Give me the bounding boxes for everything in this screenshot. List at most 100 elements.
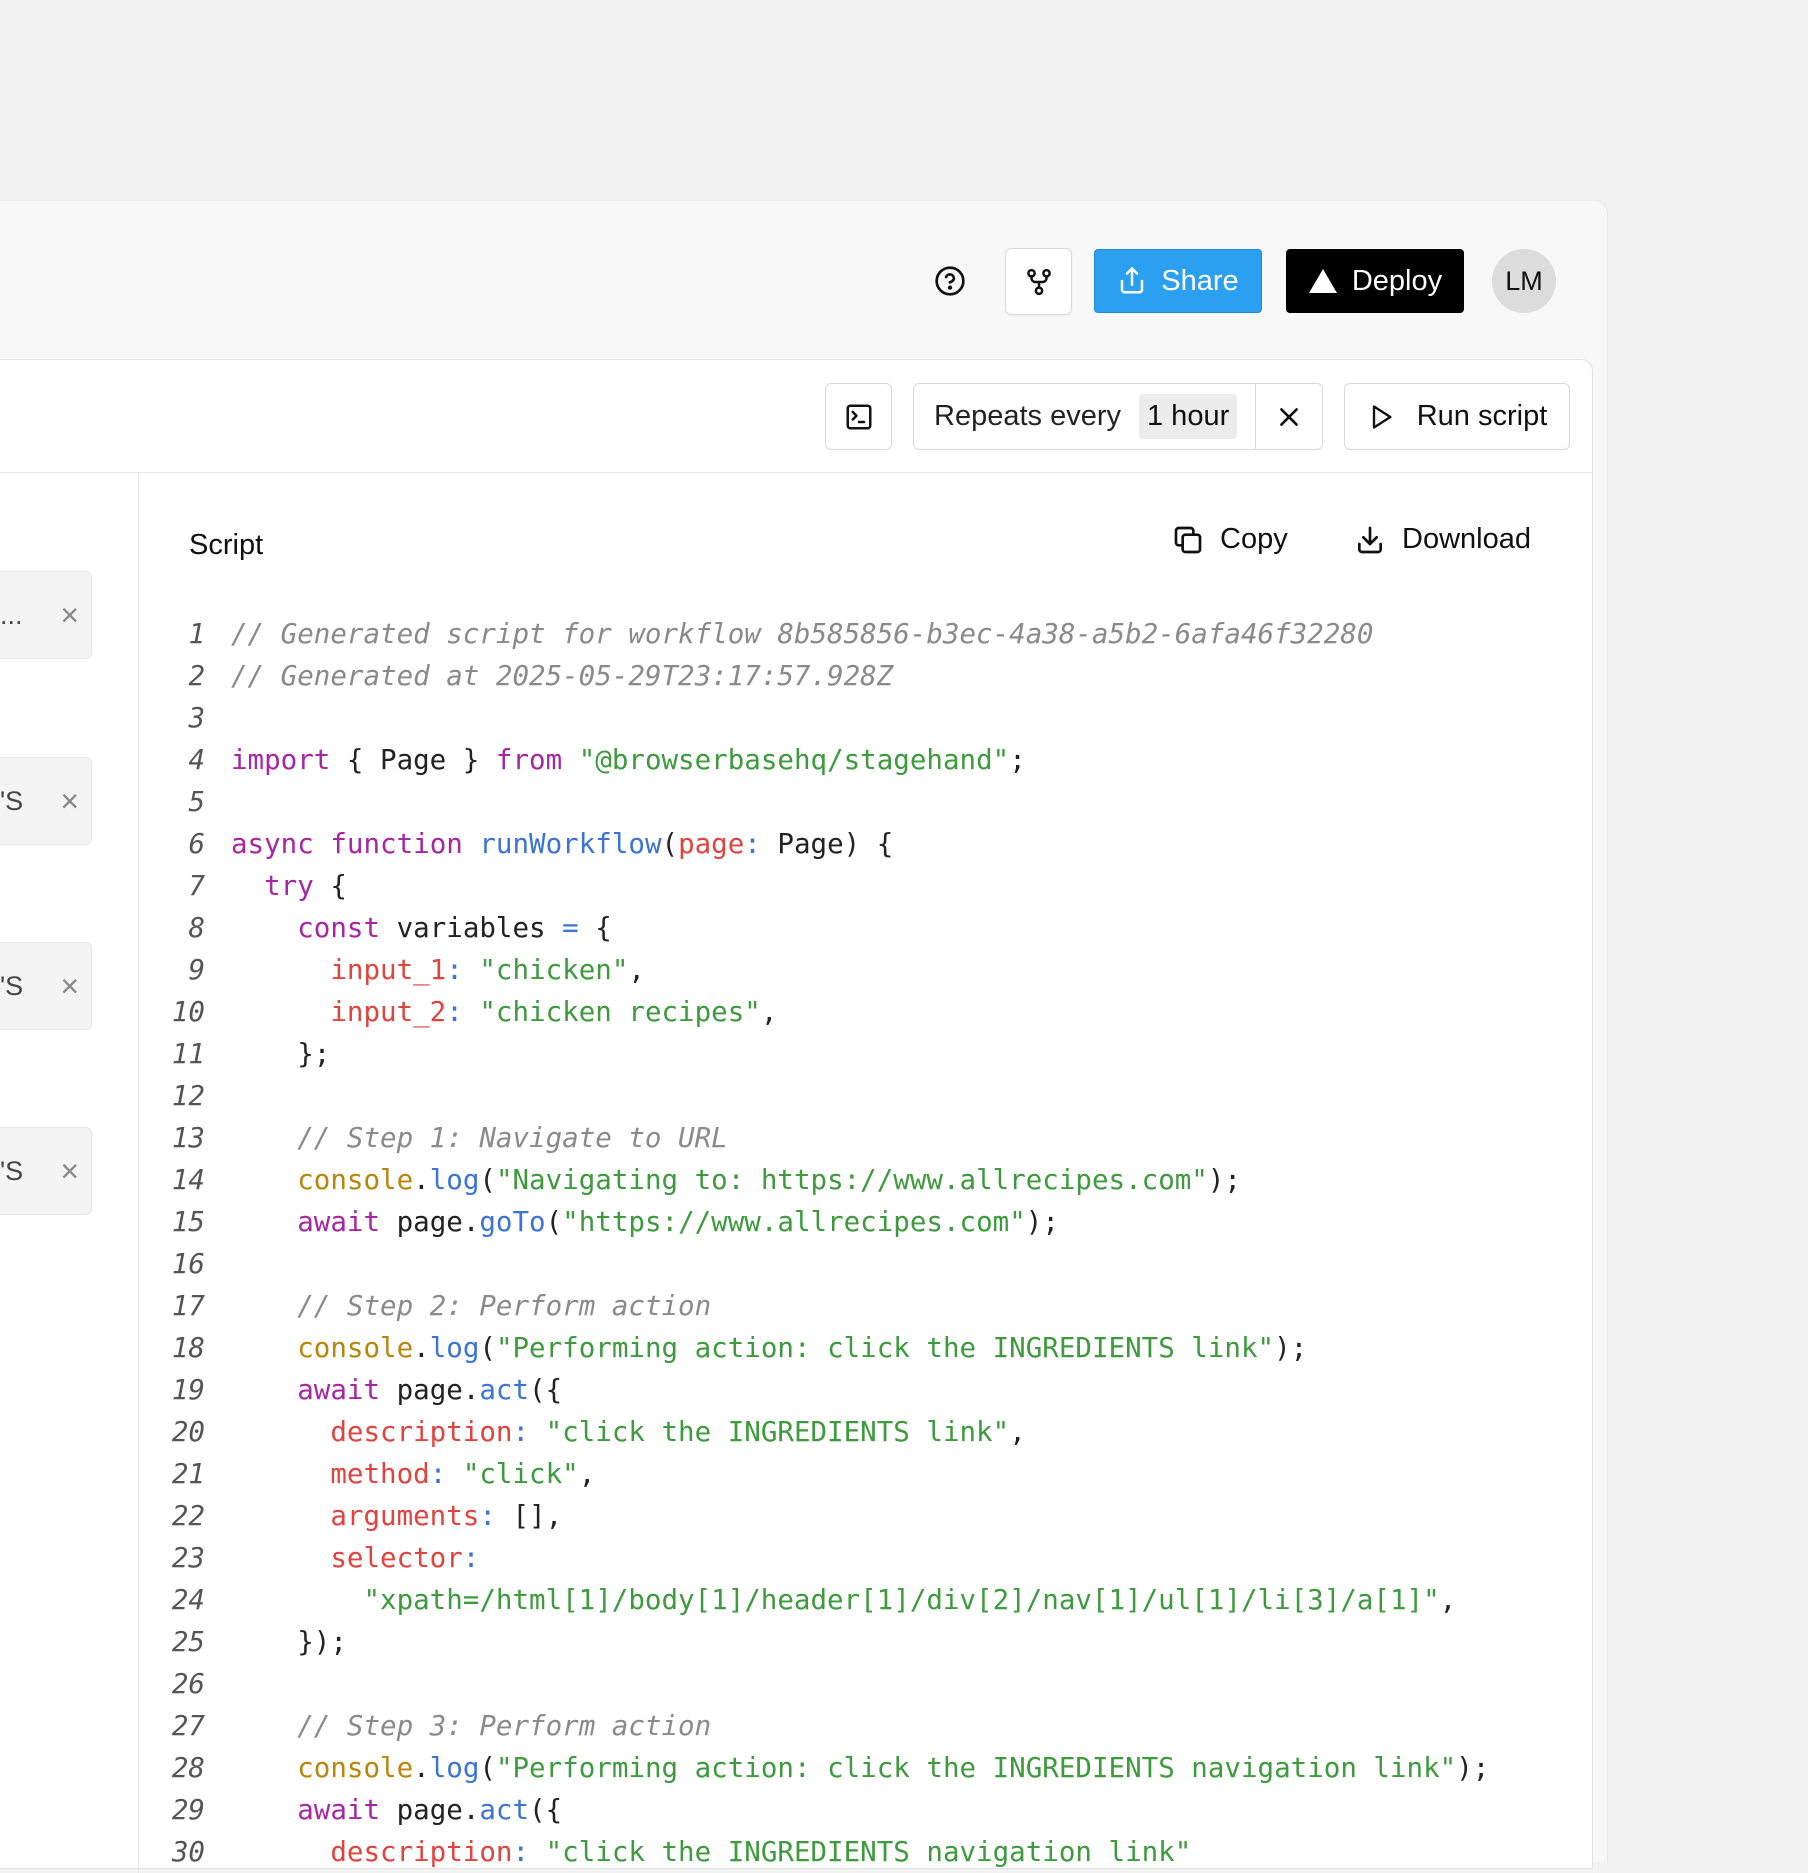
- code-line: 12: [139, 1075, 1592, 1117]
- terminal-button[interactable]: [825, 383, 892, 450]
- code-line: 28 console.log("Performing action: click…: [139, 1747, 1592, 1789]
- line-number: 23: [171, 1542, 205, 1574]
- download-label: Download: [1402, 523, 1531, 555]
- schedule-selector[interactable]: Repeats every 1 hour: [914, 384, 1256, 449]
- code-function: goTo: [479, 1206, 546, 1238]
- code-text: (: [479, 1164, 496, 1196]
- user-avatar[interactable]: LM: [1492, 249, 1556, 313]
- line-number: 15: [171, 1206, 205, 1238]
- code-keyword: try: [264, 870, 314, 902]
- copy-button[interactable]: Copy: [1172, 523, 1288, 556]
- code-line: 5: [139, 781, 1592, 823]
- line-source: await page.act({: [231, 1369, 562, 1411]
- run-script-button[interactable]: Run script: [1344, 383, 1570, 450]
- line-source: input_2: "chicken recipes",: [231, 991, 777, 1033]
- remove-variable-icon[interactable]: ×: [60, 783, 79, 820]
- code-line: 21 method: "click",: [139, 1453, 1592, 1495]
- panel-toolbar: Repeats every 1 hour Run script: [0, 360, 1592, 473]
- code-operator: :: [512, 1836, 530, 1868]
- code-line: 20 description: "click the INGREDIENTS l…: [139, 1411, 1592, 1453]
- line-number: 27: [171, 1710, 205, 1742]
- variable-chip[interactable]: 'S ×: [0, 757, 92, 845]
- remove-variable-icon[interactable]: ×: [60, 968, 79, 1005]
- code-text: (: [661, 828, 679, 860]
- code-string: "xpath=/html[1]/body[1]/header[1]/div[2]…: [363, 1584, 1440, 1616]
- line-source: // Generated at 2025-05-29T23:17:57.928Z: [231, 655, 893, 697]
- code-line: 2 // Generated at 2025-05-29T23:17:57.928…: [139, 655, 1592, 697]
- download-button[interactable]: Download: [1354, 523, 1531, 556]
- line-source: try {: [231, 865, 347, 907]
- code-comment: // Generated at 2025-05-29T23:17:57.928Z: [231, 660, 894, 692]
- line-number: 21: [171, 1458, 205, 1490]
- code-text: {: [313, 870, 347, 902]
- code-text: page.: [380, 1794, 480, 1826]
- code-property: description: [330, 1836, 513, 1868]
- code-object: console: [297, 1164, 414, 1196]
- workflow-graph-button[interactable]: [1005, 248, 1072, 315]
- code-function: log: [429, 1332, 480, 1364]
- code-line: 7 try {: [139, 865, 1592, 907]
- code-line: 8 const variables = {: [139, 907, 1592, 949]
- clear-schedule-button[interactable]: [1256, 384, 1322, 449]
- remove-variable-icon[interactable]: ×: [60, 1153, 79, 1190]
- code-operator: =: [562, 912, 579, 944]
- line-number: 4: [188, 744, 205, 776]
- code-object: console: [297, 1752, 414, 1784]
- deploy-label: Deploy: [1351, 264, 1443, 297]
- line-number: 1: [188, 618, 205, 650]
- code-property: page: [678, 828, 745, 860]
- share-button[interactable]: Share: [1094, 249, 1262, 313]
- line-number: 17: [171, 1290, 205, 1322]
- variable-chip[interactable]: ... ×: [0, 571, 92, 659]
- code-block[interactable]: 1 // Generated script for workflow 8b5858…: [139, 613, 1592, 1873]
- code-operator: :: [744, 828, 761, 860]
- code-keyword: await: [297, 1794, 381, 1826]
- code-comment: // Step 1: Navigate to URL: [297, 1122, 728, 1154]
- line-source: console.log("Performing action: click th…: [231, 1747, 1489, 1789]
- line-number: 20: [171, 1416, 205, 1448]
- code-line: 16: [139, 1243, 1592, 1285]
- code-operator: :: [446, 954, 463, 986]
- line-source: selector:: [231, 1537, 479, 1579]
- help-circle-icon: [935, 266, 965, 296]
- variable-chip[interactable]: 'S ×: [0, 942, 92, 1030]
- code-string: "Navigating to: https://www.allrecipes.c…: [495, 1164, 1208, 1196]
- terminal-icon: [846, 404, 871, 429]
- help-button[interactable]: [930, 261, 970, 301]
- line-number: 14: [171, 1164, 205, 1196]
- code-text: {: [578, 912, 612, 944]
- line-number: 28: [171, 1752, 205, 1784]
- close-icon: [1280, 407, 1298, 426]
- app-frame: Share Deploy LM Repeats every 1 hour Run…: [0, 200, 1608, 1873]
- variable-chip[interactable]: 'S ×: [0, 1127, 92, 1215]
- code-line: 29 await page.act({: [139, 1789, 1592, 1831]
- line-number: 5: [188, 786, 205, 818]
- line-number: 25: [171, 1626, 205, 1658]
- code-text: ;: [1009, 744, 1026, 776]
- download-icon: [1358, 526, 1382, 553]
- code-keyword: import: [231, 744, 331, 776]
- deploy-button[interactable]: Deploy: [1286, 249, 1464, 313]
- line-source: arguments: [],: [231, 1495, 562, 1537]
- code-text: (: [479, 1332, 496, 1364]
- remove-variable-icon[interactable]: ×: [60, 597, 79, 634]
- code-text: ,: [1439, 1584, 1457, 1616]
- top-bar: Share Deploy LM: [0, 201, 1607, 359]
- line-source: };: [231, 1033, 330, 1075]
- code-text: (: [479, 1752, 496, 1784]
- code-text: ({: [529, 1374, 563, 1406]
- code-text: );: [1207, 1164, 1241, 1196]
- line-number: 12: [171, 1080, 205, 1112]
- line-source: description: "click the INGREDIENTS link…: [231, 1411, 1025, 1453]
- code-keyword: function: [330, 828, 463, 860]
- code-keyword: await: [297, 1206, 381, 1238]
- avatar-initials: LM: [1505, 265, 1543, 296]
- code-object: console: [297, 1332, 414, 1364]
